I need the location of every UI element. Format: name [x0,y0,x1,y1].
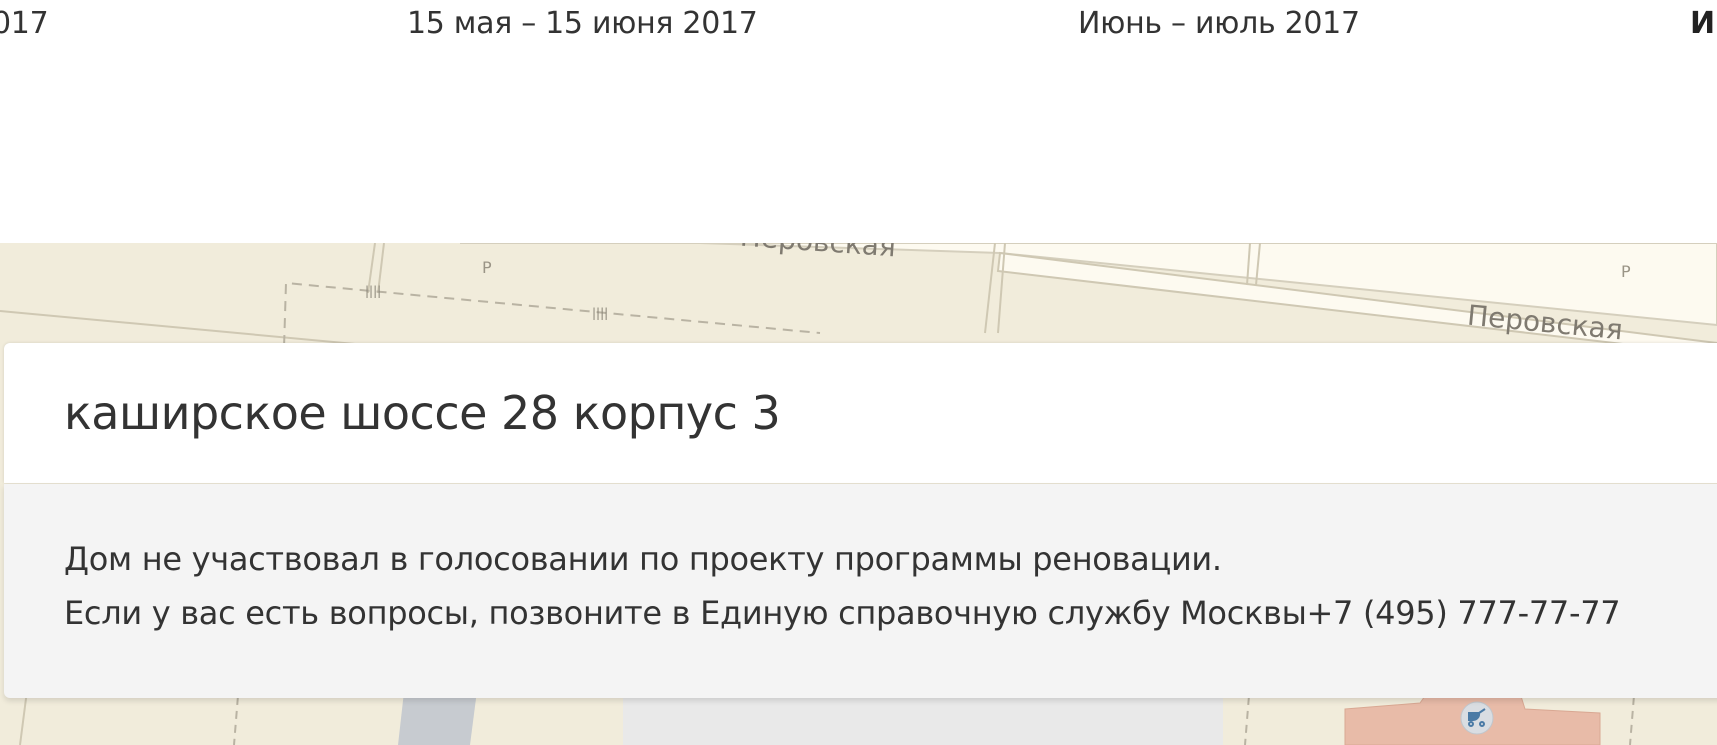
stairs-icon: |||| [365,284,381,298]
parking-label: P [1621,262,1631,281]
timeline-item[interactable]: 017 [0,6,49,41]
result-contact-message: Если у вас есть вопросы, позвоните в Еди… [64,594,1621,632]
timeline: 017 15 мая – 15 июня 2017 Июнь – июль 20… [0,0,1717,243]
timeline-item[interactable]: 15 мая – 15 июня 2017 [407,6,758,41]
address-search-card [4,343,1717,483]
search-result-panel: Дом не участвовал в голосовании по проек… [4,484,1717,698]
parking-label: P [482,258,492,277]
address-search-input[interactable] [64,381,1564,445]
road-cross [984,243,996,334]
result-message: Дом не участвовал в голосовании по проек… [64,540,1222,578]
timeline-item[interactable]: Июнь – июль 2017 [1078,6,1360,41]
stairs-icon: |||| [592,306,608,320]
timeline-item-active[interactable]: И [1690,6,1715,41]
